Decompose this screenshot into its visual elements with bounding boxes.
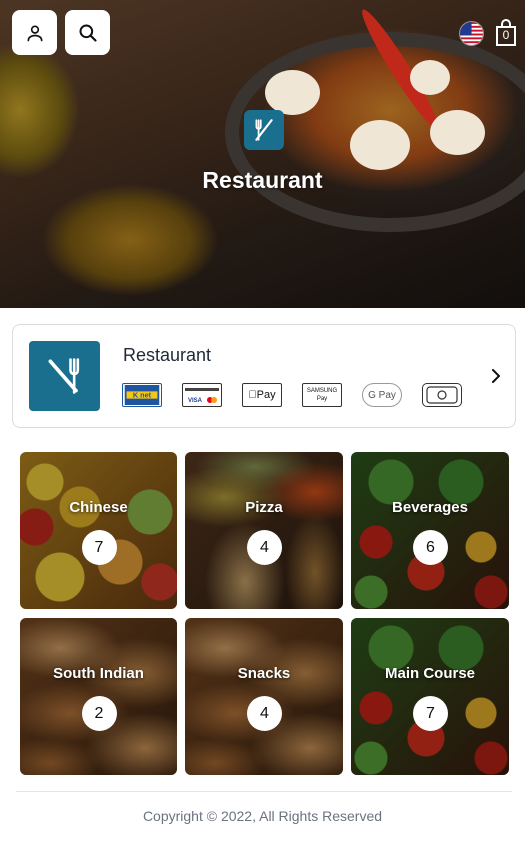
samsung-pay-icon: SAMSUNG Pay: [302, 383, 342, 407]
category-count-badge: 4: [247, 530, 282, 565]
search-button[interactable]: [65, 10, 110, 55]
restaurant-card[interactable]: Restaurant K net VISA Pay SAMSUNG Pay G…: [12, 324, 516, 428]
knet-logo: K net: [124, 385, 160, 405]
copyright-text: Copyright © 2022, All Rights Reserved: [142, 808, 383, 824]
fork-knife-icon: [255, 119, 273, 141]
category-tile-main-course[interactable]: Main Course 7: [351, 618, 509, 775]
category-grid: Chinese 7 Pizza 4 Beverages 6 South Indi…: [20, 452, 509, 775]
category-count-badge: 2: [81, 696, 117, 731]
category-count-badge: 6: [413, 530, 448, 565]
visa-mastercard-icon: VISA: [182, 383, 222, 407]
restaurant-name: Restaurant: [123, 345, 212, 365]
category-name: Pizza: [245, 499, 283, 516]
food-decoration: [265, 70, 320, 115]
food-decoration: [350, 120, 410, 170]
fork-knife-icon: [48, 358, 79, 394]
category-name: South Indian: [53, 665, 144, 682]
category-tile-beverages[interactable]: Beverages 6: [351, 452, 509, 609]
category-name: Beverages: [392, 499, 468, 516]
category-count-badge: 7: [81, 530, 117, 565]
user-icon: [27, 25, 43, 41]
svg-text:K net: K net: [133, 391, 152, 400]
food-decoration: [410, 60, 450, 95]
payment-methods: K net VISA Pay SAMSUNG Pay G Pay: [122, 383, 462, 407]
hero-title: Restaurant: [202, 167, 323, 193]
restaurant-card-logo: [29, 341, 100, 411]
category-count-badge: 7: [413, 696, 448, 731]
food-decoration: [430, 110, 485, 155]
account-button[interactable]: [12, 10, 57, 55]
google-pay-icon: G Pay: [362, 383, 402, 407]
cash-icon: [422, 383, 462, 407]
category-tile-pizza[interactable]: Pizza 4: [185, 452, 343, 609]
category-name: Chinese: [69, 499, 128, 516]
hero-banner: 0 Restaurant: [0, 0, 525, 308]
language-selector[interactable]: [459, 21, 484, 46]
visa-logo: VISA: [185, 388, 219, 404]
category-tile-snacks[interactable]: Snacks 4: [185, 618, 343, 775]
cash-notes: [426, 386, 458, 404]
us-flag-icon: [460, 22, 483, 45]
category-tile-chinese[interactable]: Chinese 7: [20, 452, 177, 609]
chevron-right-icon[interactable]: [489, 367, 503, 385]
restaurant-logo: [244, 110, 284, 150]
knet-icon: K net: [122, 383, 162, 407]
footer-divider: [16, 791, 512, 792]
category-name: Snacks: [237, 665, 291, 682]
cart-button[interactable]: 0: [494, 19, 518, 47]
category-tile-south-indian[interactable]: South Indian 2: [20, 618, 177, 775]
apple-pay-icon: Pay: [242, 383, 282, 407]
category-name: Main Course: [384, 665, 475, 682]
search-icon: [79, 24, 97, 42]
category-count-badge: 4: [247, 696, 282, 731]
cart-count: 0: [502, 28, 510, 42]
svg-text:VISA: VISA: [188, 398, 203, 404]
